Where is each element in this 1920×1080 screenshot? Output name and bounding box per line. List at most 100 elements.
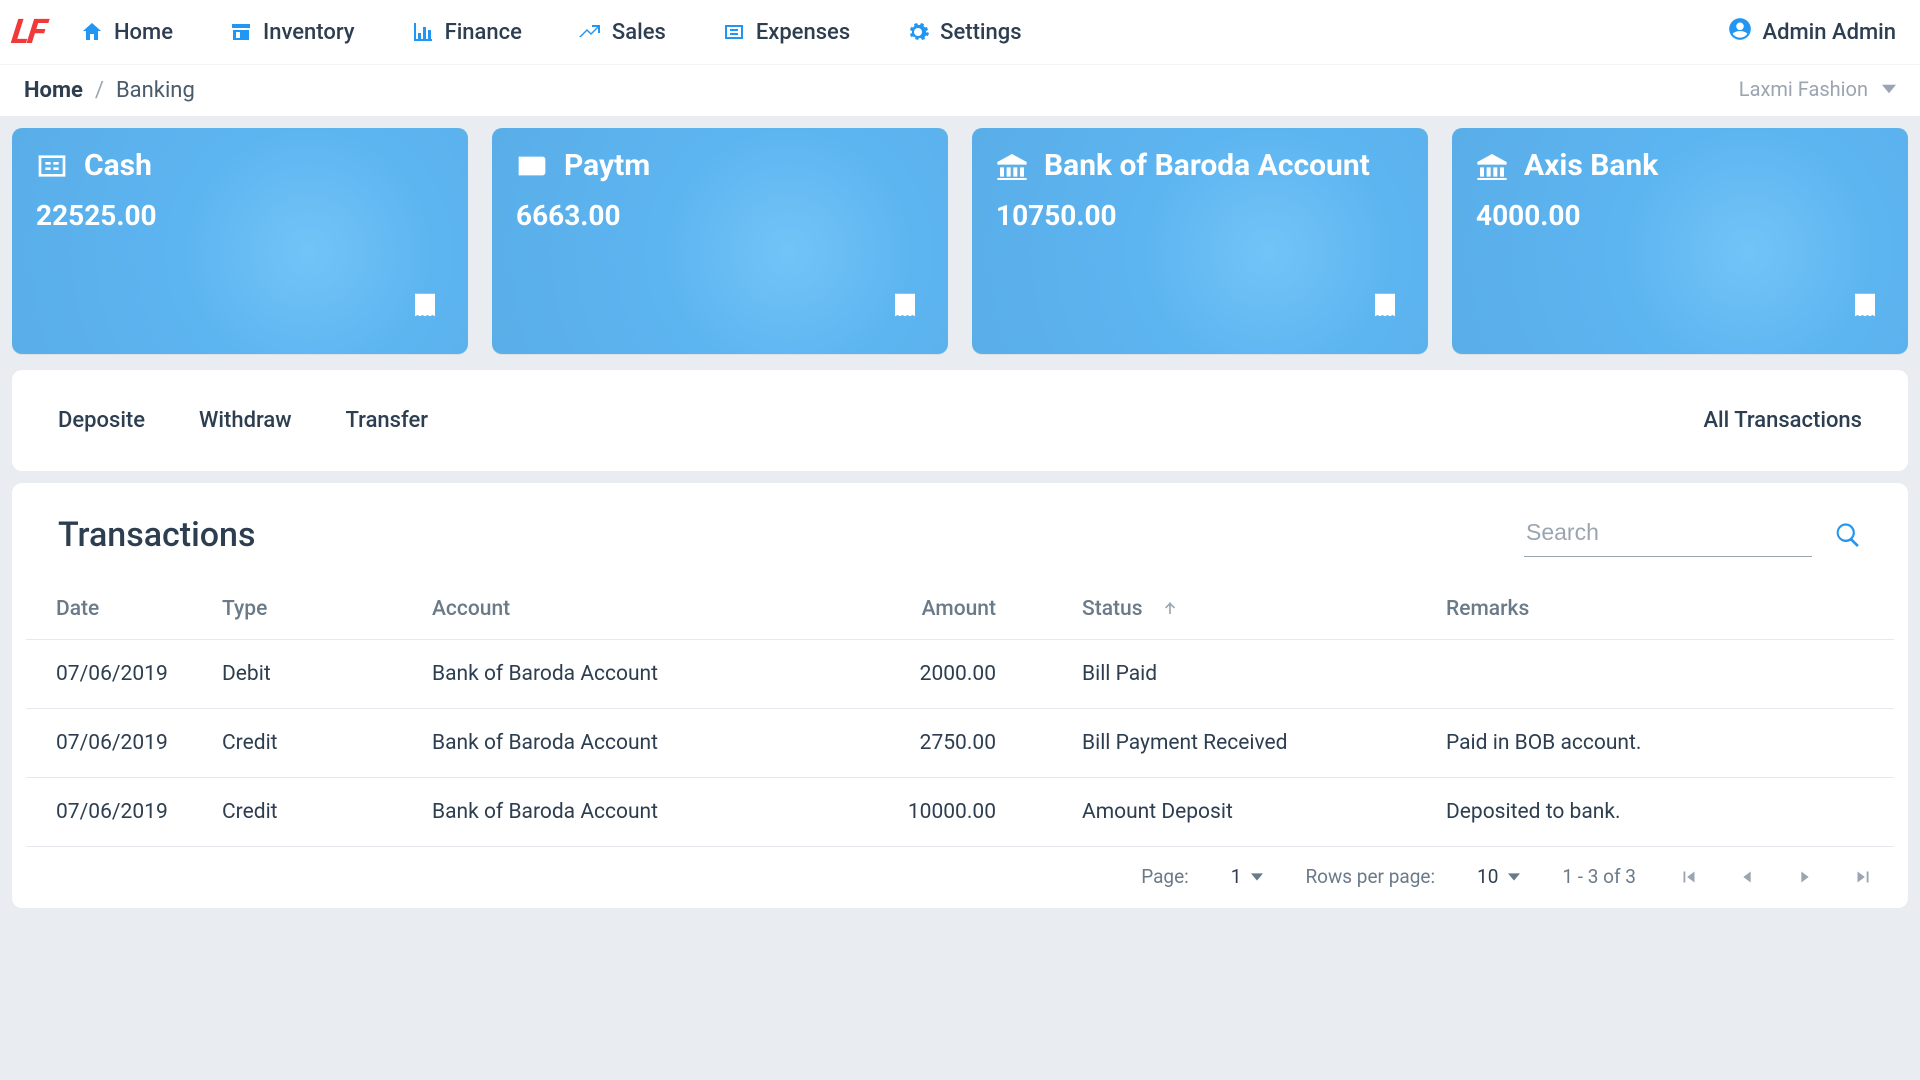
account-card-cash[interactable]: Cash 22525.00: [12, 128, 468, 354]
nav-sales[interactable]: Sales: [578, 20, 666, 45]
rpp-label: Rows per page:: [1305, 865, 1435, 888]
nav-menu: Home Inventory Finance Sales Expenses: [80, 20, 1022, 45]
first-page-icon[interactable]: [1678, 866, 1700, 888]
breadcrumb: Home / Banking: [24, 78, 195, 103]
table-header-row: Date Type Account Amount Status Remarks: [26, 579, 1894, 640]
col-amount[interactable]: Amount: [836, 579, 1066, 640]
breadcrumb-home[interactable]: Home: [24, 78, 83, 103]
store-icon: [229, 20, 253, 44]
tab-deposite[interactable]: Deposite: [58, 408, 145, 433]
page-value: 1: [1231, 865, 1242, 888]
col-account[interactable]: Account: [416, 579, 836, 640]
cell-type: Debit: [206, 640, 416, 709]
cell-date: 07/06/2019: [26, 778, 206, 847]
cell-account: Bank of Baroda Account: [416, 640, 836, 709]
account-card-paytm[interactable]: Paytm 6663.00: [492, 128, 948, 354]
home-icon: [80, 20, 104, 44]
col-status[interactable]: Status: [1066, 579, 1376, 640]
trend-up-icon: [578, 20, 602, 44]
topbar: LF Home Inventory Finance Sales: [0, 0, 1920, 64]
page-range: 1 - 3 of 3: [1562, 865, 1636, 888]
account-amount: 6663.00: [516, 199, 924, 232]
chevron-down-icon: [1508, 865, 1520, 888]
nav-inventory[interactable]: Inventory: [229, 20, 355, 45]
account-name: Axis Bank: [1524, 148, 1658, 183]
search-input[interactable]: [1524, 513, 1812, 557]
user-circle-icon: [1727, 16, 1753, 48]
col-type[interactable]: Type: [206, 579, 416, 640]
chevron-down-icon: [1251, 865, 1263, 888]
account-name: Cash: [84, 148, 152, 183]
cell-date: 07/06/2019: [26, 640, 206, 709]
receipt-icon: [410, 290, 440, 324]
search-icon[interactable]: [1834, 521, 1862, 549]
account-name: Paytm: [564, 148, 650, 183]
tabs-panel: Deposite Withdraw Transfer All Transacti…: [12, 370, 1908, 471]
cell-amount: 10000.00: [836, 778, 1066, 847]
chevron-down-icon: [1882, 77, 1896, 101]
account-card-axis[interactable]: Axis Bank 4000.00: [1452, 128, 1908, 354]
col-date[interactable]: Date: [26, 579, 206, 640]
currency-icon: [36, 152, 68, 180]
nav-settings[interactable]: Settings: [906, 20, 1021, 45]
cell-account: Bank of Baroda Account: [416, 778, 836, 847]
cell-remarks: Paid in BOB account.: [1376, 709, 1894, 778]
account-card-bob[interactable]: Bank of Baroda Account 10750.00: [972, 128, 1428, 354]
bank-icon: [996, 152, 1028, 180]
nav-label: Inventory: [263, 20, 355, 45]
account-cards: Cash 22525.00 Paytm 6663.00 Bank of Baro…: [0, 116, 1920, 370]
nav-expenses[interactable]: Expenses: [722, 20, 850, 45]
nav-label: Expenses: [756, 20, 850, 45]
nav-label: Sales: [612, 20, 666, 45]
cell-amount: 2000.00: [836, 640, 1066, 709]
table-row[interactable]: 07/06/2019 Credit Bank of Baroda Account…: [26, 709, 1894, 778]
cell-date: 07/06/2019: [26, 709, 206, 778]
currency-box-icon: [722, 20, 746, 44]
rpp-value: 10: [1477, 865, 1498, 888]
bar-chart-icon: [411, 20, 435, 44]
cell-remarks: Deposited to bank.: [1376, 778, 1894, 847]
tab-withdraw[interactable]: Withdraw: [199, 408, 292, 433]
account-amount: 22525.00: [36, 199, 444, 232]
nav-finance[interactable]: Finance: [411, 20, 522, 45]
transactions-table: Date Type Account Amount Status Remarks …: [26, 579, 1894, 847]
nav-home[interactable]: Home: [80, 20, 173, 45]
tab-transfer[interactable]: Transfer: [346, 408, 429, 433]
receipt-icon: [1370, 290, 1400, 324]
paginator: Page: 1 Rows per page: 10 1 - 3 of 3: [12, 847, 1908, 898]
receipt-icon: [1850, 290, 1880, 324]
gear-icon: [906, 20, 930, 44]
cell-amount: 2750.00: [836, 709, 1066, 778]
account-amount: 4000.00: [1476, 199, 1884, 232]
user-label: Admin Admin: [1763, 20, 1896, 45]
org-select-label: Laxmi Fashion: [1739, 77, 1868, 101]
col-status-label: Status: [1082, 597, 1143, 621]
tab-all-transactions[interactable]: All Transactions: [1703, 408, 1862, 433]
wallet-icon: [516, 152, 548, 180]
page-select[interactable]: 1: [1231, 865, 1264, 888]
prev-page-icon[interactable]: [1736, 866, 1758, 888]
last-page-icon[interactable]: [1852, 866, 1874, 888]
col-remarks[interactable]: Remarks: [1376, 579, 1894, 640]
cell-status: Bill Paid: [1066, 640, 1376, 709]
nav-label: Settings: [940, 20, 1021, 45]
rpp-select[interactable]: 10: [1477, 865, 1520, 888]
cell-account: Bank of Baroda Account: [416, 709, 836, 778]
account-name: Bank of Baroda Account: [1044, 148, 1370, 183]
cell-remarks: [1376, 640, 1894, 709]
next-page-icon[interactable]: [1794, 866, 1816, 888]
breadcrumb-row: Home / Banking Laxmi Fashion: [0, 64, 1920, 116]
nav-label: Finance: [445, 20, 522, 45]
table-row[interactable]: 07/06/2019 Debit Bank of Baroda Account …: [26, 640, 1894, 709]
app-logo: LF: [9, 12, 47, 52]
breadcrumb-sep: /: [95, 78, 104, 103]
sort-asc-icon: [1160, 599, 1180, 619]
breadcrumb-current: Banking: [116, 78, 195, 103]
page-label: Page:: [1141, 865, 1189, 888]
user-menu[interactable]: Admin Admin: [1727, 16, 1896, 48]
org-select[interactable]: Laxmi Fashion: [1739, 77, 1896, 105]
transactions-title: Transactions: [58, 515, 255, 555]
table-row[interactable]: 07/06/2019 Credit Bank of Baroda Account…: [26, 778, 1894, 847]
bank-icon: [1476, 152, 1508, 180]
cell-status: Bill Payment Received: [1066, 709, 1376, 778]
